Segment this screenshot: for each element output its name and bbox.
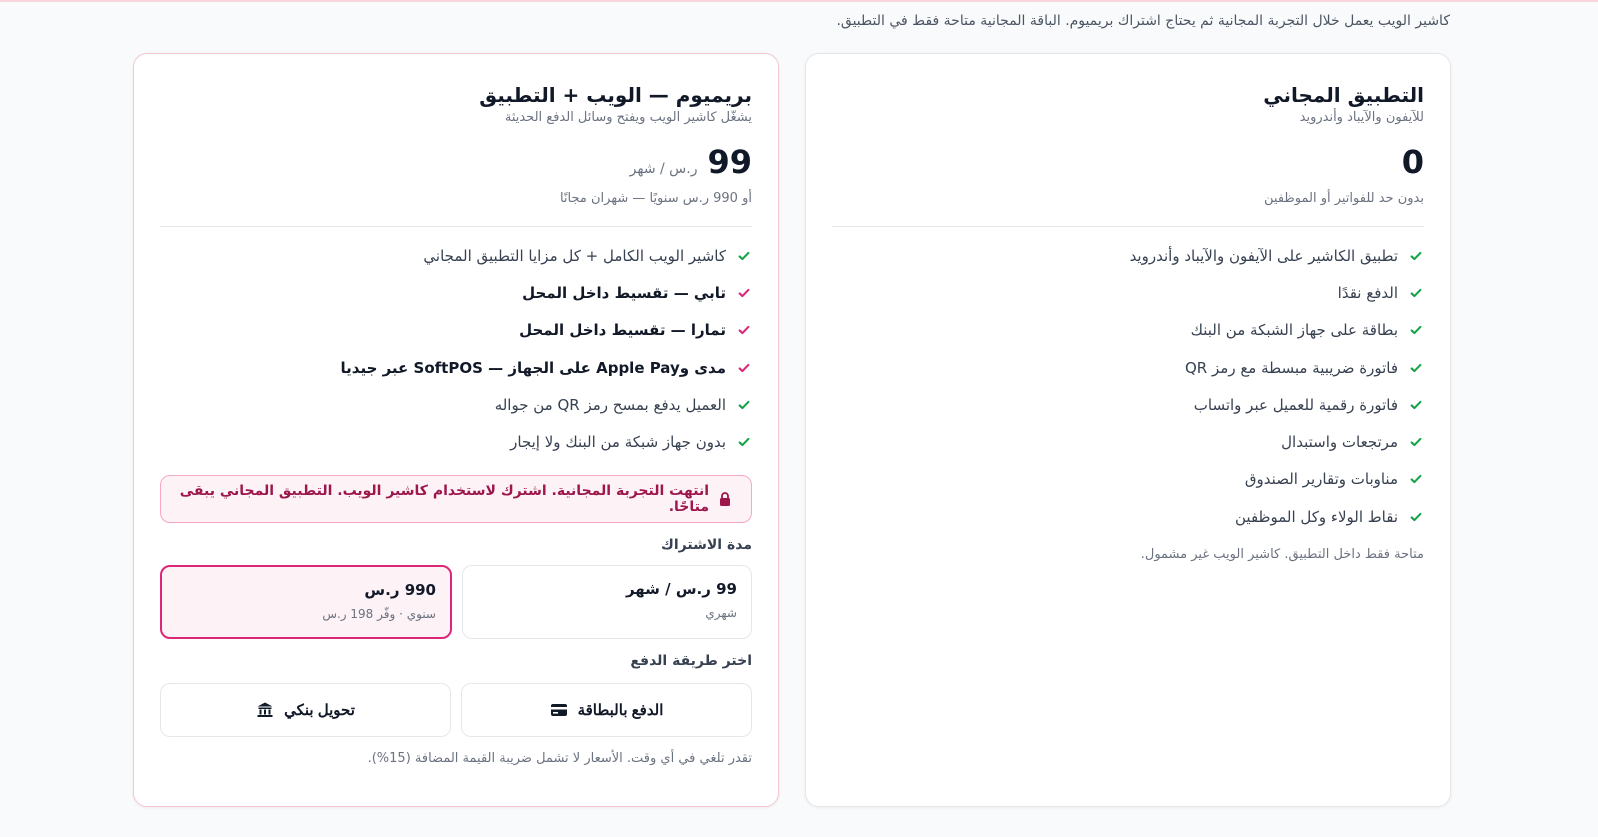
check-icon	[736, 285, 752, 301]
feature-text: بطاقة على جهاز الشبكة من البنك	[1190, 321, 1398, 340]
pay-bank-button[interactable]: تحويل بنكي	[160, 682, 451, 737]
intro-text: كاشير الويب يعمل خلال التجربة المجانية ث…	[836, 13, 1450, 29]
feature-text: مناوبات وتقارير الصندوق	[1244, 470, 1398, 489]
premium-plan-card: بريميوم — الويب + التطبيق يشغّل كاشير ال…	[133, 53, 779, 807]
feature-item: نقاط الولاء وكل الموظفين	[832, 498, 1424, 535]
feature-item: مرتجعات واستبدال	[832, 423, 1424, 460]
pay-card-button[interactable]: الدفع بالبطاقة	[461, 682, 752, 737]
feature-text: تمارا — تقسيط داخل المحل	[519, 321, 726, 340]
free-footnote: متاحة فقط داخل التطبيق. كاشير الويب غير …	[1140, 547, 1424, 563]
bank-icon	[257, 702, 273, 717]
duration-label: مدة الاشتراك	[661, 536, 752, 553]
feature-text: تابي — تقسيط داخل المحل	[522, 283, 726, 302]
feature-text: مدى وApple Pay على الجهاز — SoftPOS عبر …	[340, 358, 726, 377]
premium-feature-list: كاشير الويب الكامل + كل مزايا التطبيق ال…	[160, 237, 752, 461]
premium-price-note: أو 990 ر.س سنويًا — شهران مجانًا	[559, 191, 752, 206]
check-icon	[736, 360, 752, 376]
free-plan-card: التطبيق المجاني للآيفون والآيباد وأندروي…	[805, 53, 1451, 807]
payment-method-label: اختر طريقة الدفع	[630, 652, 752, 669]
feature-item: تطبيق الكاشير على الآيفون والآيباد وأندر…	[832, 237, 1424, 274]
feature-item: تابي — تقسيط داخل المحل	[160, 274, 752, 311]
feature-item: مدى وApple Pay على الجهاز — SoftPOS عبر …	[160, 349, 752, 386]
check-icon	[736, 322, 752, 338]
feature-item: العميل يدفع بمسح رمز QR من جواله	[160, 386, 752, 423]
premium-price-row: 99 ر.س / شهر	[160, 143, 752, 183]
premium-plan-title: بريميوم — الويب + التطبيق	[479, 83, 752, 107]
free-feature-list: تطبيق الكاشير على الآيفون والآيباد وأندر…	[832, 237, 1424, 535]
pay-bank-label: تحويل بنكي	[284, 701, 355, 719]
monthly-option[interactable]: 99 ر.س / شهر شهري	[462, 564, 752, 639]
feature-item: تمارا — تقسيط داخل المحل	[160, 312, 752, 349]
feature-item: بدون جهاز شبكة من البنك ولا إيجار	[160, 423, 752, 460]
credit-card-icon	[550, 703, 567, 716]
feature-item: الدفع نقدًا	[832, 274, 1424, 311]
check-icon	[736, 397, 752, 413]
feature-text: العميل يدفع بمسح رمز QR من جواله	[494, 395, 726, 414]
check-icon	[1408, 360, 1424, 376]
duration-options: 99 ر.س / شهر شهري 990 ر.س سنوي · وفّر 19…	[160, 564, 752, 639]
check-icon	[1408, 434, 1424, 450]
divider	[832, 226, 1424, 227]
feature-item: بطاقة على جهاز الشبكة من البنك	[832, 312, 1424, 349]
check-icon	[1408, 322, 1424, 338]
feature-text: تطبيق الكاشير على الآيفون والآيباد وأندر…	[1129, 246, 1398, 265]
feature-text: نقاط الولاء وكل الموظفين	[1235, 507, 1398, 526]
monthly-option-sub: شهري	[705, 605, 737, 620]
pay-card-label: الدفع بالبطاقة	[577, 701, 664, 719]
check-icon	[736, 248, 752, 264]
monthly-option-title: 99 ر.س / شهر	[625, 579, 737, 598]
feature-item: فاتورة رقمية للعميل عبر واتساب	[832, 386, 1424, 423]
payment-methods: الدفع بالبطاقة تحويل بنكي	[160, 682, 752, 737]
alert-text: انتهت التجربة المجانية. اشترك لاستخدام ك…	[179, 482, 709, 515]
free-price-row: 0	[832, 143, 1424, 183]
check-icon	[736, 434, 752, 450]
check-icon	[1408, 248, 1424, 264]
lock-icon	[717, 491, 733, 507]
feature-item: مناوبات وتقارير الصندوق	[832, 461, 1424, 498]
yearly-option-sub: سنوي · وفّر 198 ر.س	[322, 606, 436, 621]
feature-item: فاتورة ضريبية مبسطة مع رمز QR	[832, 349, 1424, 386]
premium-price: 99	[707, 143, 752, 181]
free-plan-title: التطبيق المجاني	[1263, 83, 1424, 107]
premium-price-unit: ر.س / شهر	[629, 161, 698, 177]
check-icon	[1408, 471, 1424, 487]
premium-footnote: تقدر تلغي في أي وقت. الأسعار لا تشمل ضري…	[367, 750, 752, 766]
feature-text: الدفع نقدًا	[1337, 283, 1398, 302]
free-plan-subtitle: للآيفون والآيباد وأندرويد	[1299, 110, 1424, 125]
check-icon	[1408, 509, 1424, 525]
check-icon	[1408, 397, 1424, 413]
yearly-option-title: 990 ر.س	[364, 580, 436, 599]
feature-item: كاشير الويب الكامل + كل مزايا التطبيق ال…	[160, 237, 752, 274]
yearly-option[interactable]: 990 ر.س سنوي · وفّر 198 ر.س	[160, 564, 452, 639]
feature-text: فاتورة ضريبية مبسطة مع رمز QR	[1185, 358, 1398, 377]
free-price: 0	[1401, 143, 1424, 181]
divider	[160, 226, 752, 227]
feature-text: فاتورة رقمية للعميل عبر واتساب	[1193, 395, 1398, 414]
top-accent-line	[0, 0, 1598, 2]
feature-text: كاشير الويب الكامل + كل مزايا التطبيق ال…	[423, 246, 726, 265]
feature-text: بدون جهاز شبكة من البنك ولا إيجار	[510, 433, 726, 452]
feature-text: مرتجعات واستبدال	[1281, 433, 1398, 452]
check-icon	[1408, 285, 1424, 301]
trial-ended-alert: انتهت التجربة المجانية. اشترك لاستخدام ك…	[160, 474, 752, 523]
free-price-note: بدون حد للفواتير أو الموظفين	[1264, 191, 1424, 206]
premium-plan-subtitle: يشغّل كاشير الويب ويفتح وسائل الدفع الحد…	[504, 110, 752, 125]
